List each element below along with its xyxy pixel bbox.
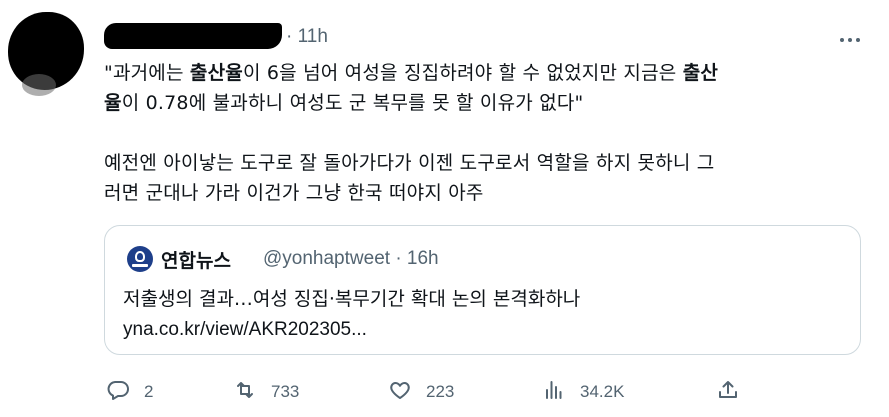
bold-keyword: 율 bbox=[104, 92, 122, 114]
yonhap-logo-icon bbox=[127, 246, 153, 272]
author-name-redacted[interactable] bbox=[104, 23, 282, 49]
reply-count: 2 bbox=[144, 382, 154, 401]
like-button[interactable]: 223 bbox=[388, 378, 454, 406]
retweet-count: 733 bbox=[271, 382, 300, 401]
retweet-icon bbox=[233, 378, 257, 406]
tweet-actions-bar: 2 733 223 34.2K bbox=[0, 372, 889, 412]
tweet-line-4: 러면 군대나 가라 이건가 그냥 한국 떠야지 아주 bbox=[104, 182, 484, 204]
share-button[interactable] bbox=[716, 378, 740, 406]
author-avatar[interactable] bbox=[8, 12, 84, 96]
quoted-tweet-card[interactable]: 연합뉴스 @yonhaptweet · 16h 저출생의 결과…여성 징집·복무… bbox=[104, 225, 861, 355]
text-span: "과거에는 bbox=[104, 62, 190, 84]
bold-keyword: 출산 bbox=[682, 62, 719, 84]
text-span: 이 6을 넘어 여성을 징집하려야 할 수 없었지만 지금은 bbox=[242, 62, 683, 84]
views-count: 34.2K bbox=[580, 382, 625, 401]
tweet-line-1: "과거에는 출산율이 6을 넘어 여성을 징집하려야 할 수 없었지만 지금은 … bbox=[104, 62, 718, 84]
quoted-tweet-link[interactable]: yna.co.kr/view/AKR202305... bbox=[123, 315, 367, 345]
quoted-author-handle: @yonhaptweet · 16h bbox=[263, 248, 439, 269]
like-count: 223 bbox=[426, 382, 455, 401]
retweet-button[interactable]: 733 bbox=[233, 378, 299, 406]
tweet-line-3: 예전엔 아이낳는 도구로 잘 돌아가다가 이젠 도구로서 역할을 하지 못하니 … bbox=[104, 152, 715, 174]
views-icon bbox=[542, 378, 566, 406]
bold-keyword: 출산율 bbox=[189, 62, 243, 84]
reply-icon bbox=[106, 378, 130, 406]
tweet-line-2: 율이 0.78에 불과하니 여성도 군 복무를 못 할 이유가 없다" bbox=[104, 92, 584, 114]
like-icon bbox=[388, 378, 412, 406]
quoted-author-name: 연합뉴스 bbox=[161, 250, 231, 272]
views-button[interactable]: 34.2K bbox=[542, 378, 624, 406]
share-icon bbox=[716, 378, 740, 406]
tweet-timestamp[interactable]: · 11h bbox=[286, 26, 328, 48]
tweet-paragraph-2: 예전엔 아이낳는 도구로 잘 돌아가다가 이젠 도구로서 역할을 하지 못하니 … bbox=[104, 148, 864, 208]
quoted-tweet-text: 저출생의 결과…여성 징집·복무기간 확대 논의 본격화하나 bbox=[123, 288, 581, 310]
reply-button[interactable]: 2 bbox=[106, 378, 153, 406]
text-span: 이 0.78에 불과하니 여성도 군 복무를 못 할 이유가 없다" bbox=[121, 92, 584, 114]
more-icon[interactable] bbox=[836, 26, 864, 50]
tweet-paragraph-1: "과거에는 출산율이 6을 넘어 여성을 징집하려야 할 수 없었지만 지금은 … bbox=[104, 58, 864, 118]
tweet-text: "과거에는 출산율이 6을 넘어 여성을 징집하려야 할 수 없었지만 지금은 … bbox=[104, 58, 864, 208]
